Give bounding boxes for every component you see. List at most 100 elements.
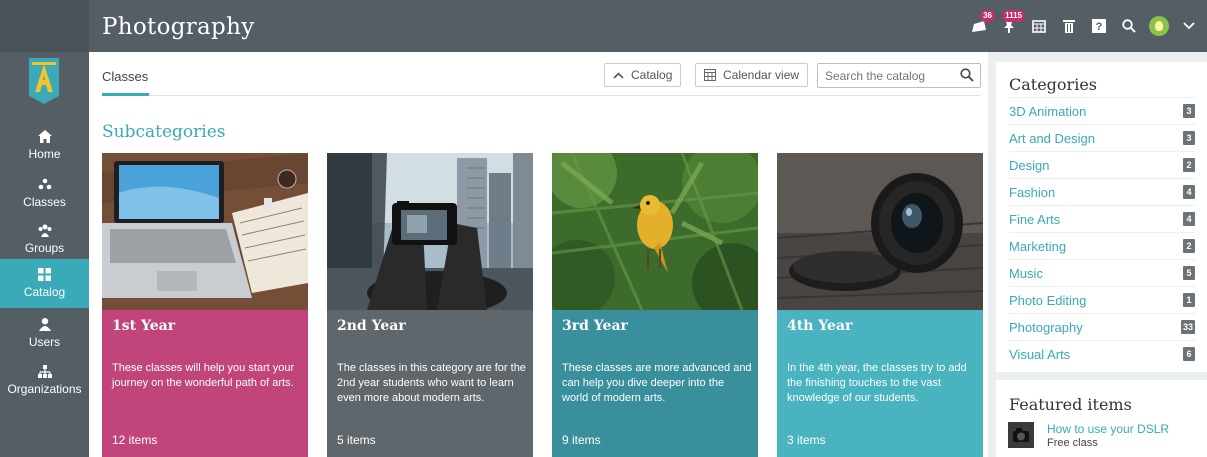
main-panel: Classes Catalog Calendar view Subcategor… xyxy=(89,52,988,457)
sidebar-item-label: Users xyxy=(28,334,61,349)
search-icon[interactable] xyxy=(960,68,974,82)
chevron-down-icon[interactable] xyxy=(1179,16,1199,36)
featured-item-thumbnail[interactable] xyxy=(1008,422,1034,448)
card-title: 1st Year xyxy=(112,318,176,334)
brand-logo-icon[interactable] xyxy=(29,58,59,104)
subcategories-heading: Subcategories xyxy=(102,122,226,142)
category-item[interactable]: Fine Arts 4 xyxy=(1009,205,1195,232)
category-count-badge: 4 xyxy=(1183,185,1195,199)
sidebar-item-organizations[interactable]: Organizations xyxy=(0,357,89,403)
card-item-count: 3 items xyxy=(787,433,826,447)
category-name[interactable]: Photo Editing xyxy=(1009,293,1086,308)
card-image-bird xyxy=(552,153,758,310)
logo-area xyxy=(0,0,89,52)
page-title: Photography xyxy=(102,14,255,40)
category-count-badge: 2 xyxy=(1183,158,1195,172)
organizations-icon xyxy=(37,364,52,378)
user-avatar-bulb-icon[interactable] xyxy=(1149,16,1169,36)
sidebar-item-label: Classes xyxy=(23,194,66,209)
card-item-count: 9 items xyxy=(562,433,601,447)
category-name[interactable]: Fashion xyxy=(1009,185,1055,200)
sidebar-item-catalog[interactable]: Catalog xyxy=(0,259,89,308)
card-item-count: 12 items xyxy=(112,433,158,447)
sidebar-item-label: Home xyxy=(28,146,61,161)
category-name[interactable]: Marketing xyxy=(1009,239,1066,254)
notifications-icon[interactable]: 36 xyxy=(969,10,995,36)
card-body: 1st Year These classes will help you sta… xyxy=(102,310,308,457)
classes-icon xyxy=(38,178,52,191)
alerts-icon[interactable]: 1115 xyxy=(999,10,1025,36)
top-bar: Photography 36 1115 ? xyxy=(0,0,1207,52)
search-input[interactable] xyxy=(818,64,953,87)
sidebar-item-label: Groups xyxy=(24,240,65,255)
calendar-icon xyxy=(704,69,716,81)
featured-title: Featured items xyxy=(1009,395,1132,414)
card-description: The classes in this category are for the… xyxy=(337,362,526,404)
help-icon[interactable]: ? xyxy=(1089,16,1109,36)
featured-item-subtitle: Free class xyxy=(1047,437,1098,449)
sidebar-item-home[interactable]: Home xyxy=(0,122,89,168)
sidebar-item-label: Organizations xyxy=(7,381,82,396)
card-description: These classes will help you start your j… xyxy=(112,362,295,389)
category-count-badge: 1 xyxy=(1183,293,1195,307)
category-name[interactable]: 3D Animation xyxy=(1009,104,1086,119)
category-item[interactable]: Art and Design 3 xyxy=(1009,124,1195,151)
featured-item-link[interactable]: How to use your DSLR xyxy=(1047,422,1169,436)
category-name[interactable]: Design xyxy=(1009,158,1049,173)
sidebar-item-classes[interactable]: Classes xyxy=(0,170,89,216)
sidebar-item-label: Catalog xyxy=(23,285,66,299)
category-count-badge: 6 xyxy=(1183,347,1195,361)
category-count-badge: 4 xyxy=(1183,212,1195,226)
card-item-count: 5 items xyxy=(337,433,376,447)
category-item[interactable]: Design 2 xyxy=(1009,151,1195,178)
card-title: 3rd Year xyxy=(562,318,628,334)
category-item[interactable]: Photography 33 xyxy=(1009,313,1195,340)
category-count-badge: 33 xyxy=(1180,320,1195,334)
category-count-badge: 3 xyxy=(1183,104,1195,118)
card-description: These classes are more advanced and can … xyxy=(562,362,752,404)
tab-divider xyxy=(102,95,980,96)
category-item[interactable]: Fashion 4 xyxy=(1009,178,1195,205)
subcategory-card-1st-year[interactable]: 1st Year These classes will help you sta… xyxy=(102,153,308,457)
card-body: 4th Year In the 4th year, the classes tr… xyxy=(777,310,983,457)
categories-panel: Categories 3D Animation 3 Art and Design 3 D… xyxy=(996,62,1207,372)
svg-text:?: ? xyxy=(1096,21,1103,33)
category-count-badge: 3 xyxy=(1183,131,1195,145)
card-image-laptop xyxy=(102,153,308,310)
top-toolbar: 36 1115 ? xyxy=(969,10,1199,38)
category-name[interactable]: Music xyxy=(1009,266,1043,281)
card-description: In the 4th year, the classes try to add … xyxy=(787,362,967,404)
category-item[interactable]: 3D Animation 3 xyxy=(1009,97,1195,124)
sidebar-item-users[interactable]: Users xyxy=(0,310,89,356)
active-tab-indicator xyxy=(102,93,149,96)
card-title: 4th Year xyxy=(787,318,853,334)
catalog-button[interactable]: Catalog xyxy=(604,63,682,87)
category-name[interactable]: Art and Design xyxy=(1009,131,1095,146)
category-item[interactable]: Marketing 2 xyxy=(1009,232,1195,259)
category-name[interactable]: Visual Arts xyxy=(1009,347,1070,362)
tab-classes[interactable]: Classes xyxy=(102,69,148,84)
category-name[interactable]: Fine Arts xyxy=(1009,212,1060,227)
sidebar: Home Classes Groups Catalog Users Organi… xyxy=(0,52,89,457)
subcategory-card-3rd-year[interactable]: 3rd Year These classes are more advanced… xyxy=(552,153,758,457)
categories-title: Categories xyxy=(1009,75,1097,94)
subcategory-card-2nd-year[interactable]: 2nd Year The classes in this category ar… xyxy=(327,153,533,457)
card-title: 2nd Year xyxy=(337,318,406,334)
sidebar-item-groups[interactable]: Groups xyxy=(0,216,89,262)
category-item[interactable]: Visual Arts 6 xyxy=(1009,340,1195,367)
calendar-view-button[interactable]: Calendar view xyxy=(695,63,809,87)
search-icon[interactable] xyxy=(1119,16,1139,36)
category-item[interactable]: Photo Editing 1 xyxy=(1009,286,1195,313)
category-name[interactable]: Photography xyxy=(1009,320,1083,335)
category-item[interactable]: Music 5 xyxy=(1009,259,1195,286)
category-count-badge: 2 xyxy=(1183,239,1195,253)
users-icon xyxy=(38,317,52,331)
calendar-icon[interactable] xyxy=(1029,16,1049,36)
catalog-icon xyxy=(38,268,52,281)
home-icon xyxy=(37,129,52,143)
calendar-view-label: Calendar view xyxy=(723,68,800,82)
trash-icon[interactable] xyxy=(1059,16,1079,36)
subcategory-card-4th-year[interactable]: 4th Year In the 4th year, the classes tr… xyxy=(777,153,983,457)
notifications-badge: 36 xyxy=(980,10,995,22)
card-image-lens xyxy=(777,153,983,310)
